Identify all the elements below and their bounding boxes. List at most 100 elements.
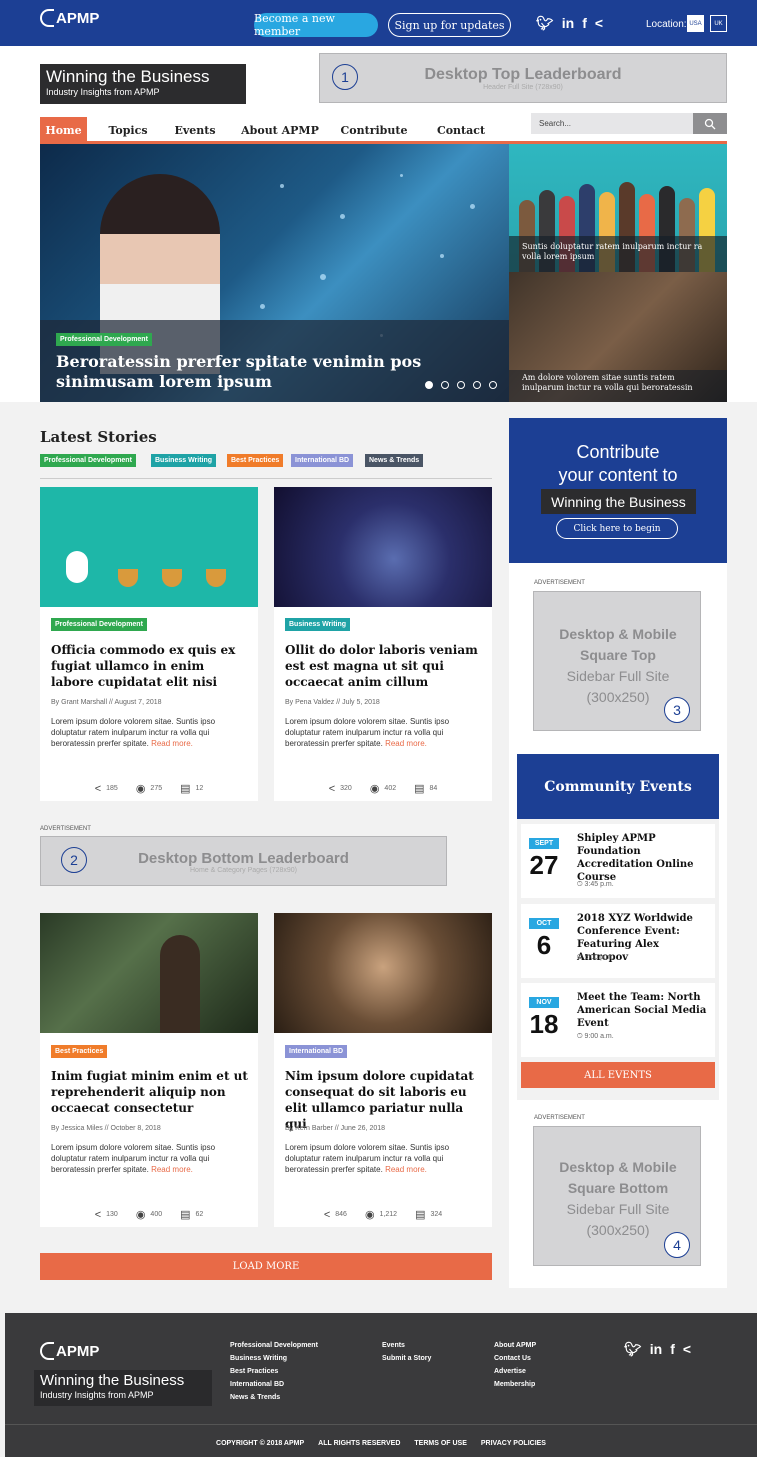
read-more-link[interactable]: Read more. (385, 739, 427, 748)
event-item-1[interactable]: SEPT 27 Shipley APMP Foundation Accredit… (521, 824, 715, 898)
site-brand[interactable]: Winning the Business Industry Insights f… (40, 64, 246, 104)
footer-link[interactable]: Membership (494, 1378, 536, 1391)
footer-link[interactable]: About APMP (494, 1339, 536, 1352)
clock-icon: 🕓︎ (577, 881, 583, 888)
slide-dot-3[interactable] (457, 381, 465, 389)
privacy-link[interactable]: PRIVACY POLICIES (481, 1440, 546, 1447)
nav-about[interactable]: About APMP (238, 117, 322, 143)
story-date: July 5, 2018 (342, 699, 380, 706)
event-item-3[interactable]: NOV 18 Meet the Team: North American Soc… (521, 983, 715, 1057)
event-title[interactable]: Meet the Team: North American Social Med… (577, 991, 709, 1030)
footer-topics-column: Professional Development Business Writin… (230, 1339, 318, 1404)
twitter-icon[interactable]: 🐦︎ (624, 1341, 642, 1358)
main-nav: Home Topics Events About APMP Contribute… (40, 117, 490, 143)
story-excerpt: Lorem ipsum dolore volorem sitae. Suntis… (51, 716, 251, 749)
story-date: October 8, 2018 (110, 1125, 161, 1132)
footer-link[interactable]: News & Trends (230, 1391, 318, 1404)
comment-count: 84 (429, 785, 438, 792)
view-count: 400 (150, 1211, 163, 1218)
slide-dot-1[interactable] (425, 381, 433, 389)
read-more-link[interactable]: Read more. (151, 739, 193, 748)
event-item-2[interactable]: OCT 6 2018 XYZ Worldwide Conference Even… (521, 904, 715, 978)
story-card-3[interactable]: Best Practices Inim fugiat minim enim et… (40, 913, 258, 1227)
slide-dot-2[interactable] (441, 381, 449, 389)
filter-business-writing[interactable]: Business Writing (151, 454, 217, 467)
filter-best-practices[interactable]: Best Practices (227, 454, 284, 467)
slide-dot-5[interactable] (489, 381, 497, 389)
read-more-link[interactable]: Read more. (151, 1165, 193, 1174)
footer-link[interactable]: Contact Us (494, 1352, 536, 1365)
footer-logo[interactable]: APMP (40, 1342, 99, 1360)
story-tag[interactable]: Professional Development (51, 618, 147, 631)
nav-home[interactable]: Home (40, 117, 87, 143)
clock-icon: 🕓︎ (577, 954, 583, 961)
facebook-icon[interactable]: f (582, 15, 587, 32)
share-count: 846 (335, 1211, 347, 1218)
linkedin-icon[interactable]: in (650, 1341, 662, 1358)
story-title[interactable]: Inim fugiat minim enim et ut reprehender… (51, 1068, 251, 1116)
read-more-link[interactable]: Read more. (385, 1165, 427, 1174)
side-story-caption-1[interactable]: Suntis doluptatur ratem inulparum inctur… (509, 236, 727, 272)
latest-stories-heading: Latest Stories (40, 428, 157, 446)
story-tag[interactable]: Business Writing (285, 618, 351, 631)
story-title[interactable]: Ollit do dolor laboris veniam est est ma… (285, 642, 485, 690)
share-icon[interactable]: < (683, 1341, 691, 1358)
all-events-button[interactable]: ALL EVENTS (521, 1062, 715, 1088)
facebook-icon[interactable]: f (670, 1341, 675, 1358)
footer-link[interactable]: Professional Development (230, 1339, 318, 1352)
share-icon[interactable]: < (595, 15, 603, 32)
comment-icon: ▤ (180, 783, 191, 795)
footer-link[interactable]: Best Practices (230, 1365, 318, 1378)
nav-contribute[interactable]: Contribute (338, 117, 410, 143)
comment-count: 12 (195, 785, 204, 792)
story-card-4[interactable]: International BD Nim ipsum dolore cupida… (274, 913, 492, 1227)
story-card-1[interactable]: Professional Development Officia commodo… (40, 487, 258, 801)
story-tag[interactable]: Best Practices (51, 1045, 108, 1058)
event-month: SEPT (529, 838, 559, 849)
event-title[interactable]: Shipley APMP Foundation Accreditation On… (577, 832, 709, 884)
share-icon: < (323, 1208, 331, 1221)
apmp-logo[interactable]: APMP (40, 9, 99, 27)
ad-sq-top-line-1: Desktop & Mobile (559, 626, 677, 642)
side-story-caption-2[interactable]: Am dolore volorem sitae suntis ratem inu… (509, 370, 727, 402)
search-button[interactable] (693, 113, 727, 134)
location-usa-button[interactable]: USA (687, 15, 704, 32)
share-count: 130 (106, 1211, 118, 1218)
footer-link[interactable]: Advertise (494, 1365, 536, 1378)
hero-title[interactable]: Beroratessin prerfer spitate venimin pos… (56, 352, 456, 392)
footer-events-column: Events Submit a Story (382, 1339, 431, 1365)
load-more-button[interactable]: LOAD MORE (40, 1253, 492, 1280)
linkedin-icon[interactable]: in (562, 15, 574, 32)
filter-news-trends[interactable]: News & Trends (365, 454, 424, 467)
footer-link[interactable]: Submit a Story (382, 1352, 431, 1365)
slide-dot-4[interactable] (473, 381, 481, 389)
story-card-2[interactable]: Business Writing Ollit do dolor laboris … (274, 487, 492, 801)
community-events-heading: Community Events (517, 754, 719, 819)
ad-bottom-leaderboard[interactable]: Desktop Bottom Leaderboard Home & Catego… (40, 836, 447, 886)
nav-contact[interactable]: Contact (430, 117, 492, 143)
contribute-line-2: your content to (558, 465, 678, 485)
filter-international-bd[interactable]: International BD (291, 454, 354, 467)
contribute-begin-button[interactable]: Click here to begin (556, 518, 678, 539)
story-image-3 (40, 913, 258, 1033)
signup-updates-button[interactable]: Sign up for updates (388, 13, 511, 37)
twitter-icon[interactable]: 🐦︎ (536, 15, 554, 32)
story-title[interactable]: Nim ipsum dolore cupidatat consequat do … (285, 1068, 485, 1132)
footer-link[interactable]: International BD (230, 1378, 318, 1391)
hero-tag[interactable]: Professional Development (56, 333, 152, 346)
ad-sq-bot-line-2: Square Bottom (567, 1180, 669, 1196)
footer-link[interactable]: Business Writing (230, 1352, 318, 1365)
footer-link[interactable]: Events (382, 1339, 431, 1352)
become-member-button[interactable]: Become a new member (254, 12, 378, 38)
nav-events[interactable]: Events (168, 117, 222, 143)
ad-top-leaderboard[interactable]: Desktop Top Leaderboard Header Full Site… (319, 53, 727, 103)
nav-topics[interactable]: Topics (100, 117, 156, 143)
comment-icon: ▤ (414, 783, 425, 795)
filter-professional-development[interactable]: Professional Development (40, 454, 136, 467)
search-input[interactable]: Search... (531, 113, 693, 134)
story-tag[interactable]: International BD (285, 1045, 348, 1058)
story-title[interactable]: Officia commodo ex quis ex fugiat ullamc… (51, 642, 251, 690)
location-uk-button[interactable]: UK (710, 15, 727, 32)
story-stats: <846 ◉ 1,212 ▤ 324 (274, 1208, 492, 1222)
terms-link[interactable]: TERMS OF USE (414, 1440, 467, 1447)
